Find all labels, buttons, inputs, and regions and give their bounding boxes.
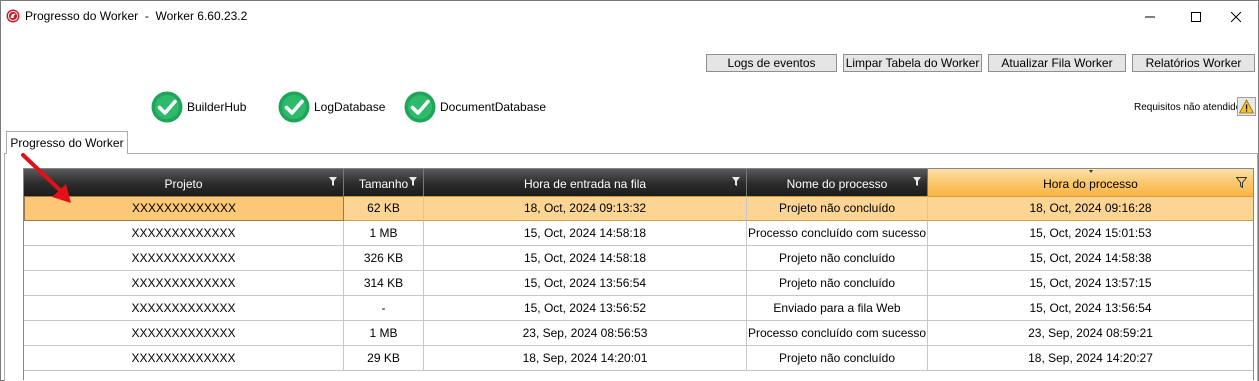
cell-hora-entrada[interactable]: 15, Oct, 2024 14:58:18 [424,246,747,271]
service-status-builderhub: BuilderHub [151,91,246,123]
cell-nome-processo[interactable]: Projeto não concluído [747,271,928,296]
cell-nome-processo[interactable]: Processo concluído com sucesso [747,321,928,346]
table-row[interactable]: XXXXXXXXXXXXX 62 KB 18, Oct, 2024 09:13:… [24,196,1253,221]
cell-projeto[interactable]: XXXXXXXXXXXXX [24,246,344,271]
column-header-label: Hora do processo [1043,177,1138,191]
cell-projeto[interactable]: XXXXXXXXXXXXX [24,196,344,221]
column-header-label: Projeto [164,177,203,191]
worker-reports-button[interactable]: Relatórios Worker [1132,54,1255,72]
filter-icon[interactable] [409,177,417,186]
column-header-nome-processo[interactable]: Nome do processo [747,169,928,196]
cell-tamanho[interactable]: 326 KB [344,246,424,271]
worker-queue-table: Projeto Tamanho Hora de entrada na fila … [23,168,1254,380]
close-icon [1231,12,1241,22]
cell-nome-processo[interactable]: Projeto não concluído [747,246,928,271]
cell-nome-processo[interactable]: Projeto não concluído [747,346,928,371]
table-row[interactable]: XXXXXXXXXXXXX - 15, Oct, 2024 13:56:52 E… [24,296,1253,321]
check-circle-icon [278,91,310,123]
cell-nome-processo[interactable]: Projeto não concluído [747,196,928,221]
cell-hora-processo[interactable]: 15, Oct, 2024 15:01:53 [928,221,1253,246]
title-bar[interactable]: Progresso do Worker - Worker 6.60.23.2 [1,1,1258,33]
cell-tamanho[interactable]: 62 KB [344,196,424,221]
cell-projeto[interactable]: XXXXXXXXXXXXX [24,271,344,296]
cell-hora-entrada[interactable]: 18, Sep, 2024 14:20:01 [424,346,747,371]
column-header-label: Hora de entrada na fila [523,177,647,191]
cell-tamanho[interactable]: 29 KB [344,346,424,371]
worker-progress-window: Progresso do Worker - Worker 6.60.23.2 L… [0,0,1259,381]
cell-projeto[interactable]: XXXXXXXXXXXXX [24,296,344,321]
check-circle-icon [404,91,436,123]
column-header-tamanho[interactable]: Tamanho [344,169,424,196]
check-circle-icon [151,91,183,123]
cell-hora-entrada[interactable]: 23, Sep, 2024 08:56:53 [424,321,747,346]
cell-hora-processo[interactable]: 18, Sep, 2024 14:20:27 [928,346,1253,371]
filter-icon[interactable] [913,177,921,186]
update-worker-queue-button[interactable]: Atualizar Fila Worker [988,54,1126,72]
cell-hora-processo[interactable]: 18, Oct, 2024 09:16:28 [928,196,1253,221]
sort-descending-icon [1088,170,1093,173]
table-header: Projeto Tamanho Hora de entrada na fila … [24,169,1253,196]
table-row[interactable]: XXXXXXXXXXXXX 29 KB 18, Sep, 2024 14:20:… [24,346,1253,371]
cell-projeto[interactable]: XXXXXXXXXXXXX [24,346,344,371]
minimize-button[interactable] [1127,1,1173,33]
table-row[interactable]: XXXXXXXXXXXXX 1 MB 23, Sep, 2024 08:56:5… [24,321,1253,346]
filter-icon[interactable] [732,177,740,186]
cell-tamanho[interactable]: 1 MB [344,221,424,246]
cell-nome-processo[interactable]: Enviado para a fila Web [747,296,928,321]
cell-projeto[interactable]: XXXXXXXXXXXXX [24,321,344,346]
app-logo-icon [6,9,20,23]
column-header-label: Tamanho [358,177,409,191]
cell-hora-entrada[interactable]: 15, Oct, 2024 14:58:18 [424,221,747,246]
column-header-hora-entrada[interactable]: Hora de entrada na fila [424,169,747,196]
requirements-label: Requisitos não atendidos [1134,102,1247,113]
cell-tamanho[interactable]: 314 KB [344,271,424,296]
maximize-icon [1191,12,1201,22]
window-title: Progresso do Worker - Worker 6.60.23.2 [25,9,248,23]
table-row[interactable]: XXXXXXXXXXXXX 314 KB 15, Oct, 2024 13:56… [24,271,1253,296]
event-logs-button[interactable]: Logs de eventos [706,54,837,72]
cell-tamanho[interactable]: - [344,296,424,321]
cell-nome-processo[interactable]: Processo concluído com sucesso [747,221,928,246]
column-header-projeto[interactable]: Projeto [24,169,344,196]
filter-icon[interactable] [1236,177,1247,188]
column-header-label: Nome do processo [786,177,888,191]
table-row[interactable]: XXXXXXXXXXXXX 1 MB 15, Oct, 2024 14:58:1… [24,221,1253,246]
warning-icon [1238,99,1255,114]
service-label: DocumentDatabase [440,100,547,114]
close-button[interactable] [1213,1,1259,33]
cell-hora-processo[interactable]: 15, Oct, 2024 13:57:15 [928,271,1253,296]
column-header-hora-processo[interactable]: Hora do processo [928,169,1253,196]
tab-worker-progress[interactable]: Progresso do Worker [6,131,128,154]
service-label: BuilderHub [187,100,247,114]
cell-tamanho[interactable]: 1 MB [344,321,424,346]
service-status-logdatabase: LogDatabase [278,91,385,123]
cell-hora-processo[interactable]: 23, Sep, 2024 08:59:21 [928,321,1253,346]
service-status-documentdatabase: DocumentDatabase [404,91,546,123]
requirements-warning-button[interactable] [1237,97,1256,116]
minimize-icon [1145,16,1155,18]
cell-hora-entrada[interactable]: 15, Oct, 2024 13:56:54 [424,271,747,296]
table-row[interactable]: XXXXXXXXXXXXX 326 KB 15, Oct, 2024 14:58… [24,246,1253,271]
service-label: LogDatabase [314,100,386,114]
cell-hora-processo[interactable]: 15, Oct, 2024 13:56:54 [928,296,1253,321]
cell-hora-entrada[interactable]: 15, Oct, 2024 13:56:52 [424,296,747,321]
cell-projeto[interactable]: XXXXXXXXXXXXX [24,221,344,246]
cell-hora-processo[interactable]: 15, Oct, 2024 14:58:38 [928,246,1253,271]
clear-worker-table-button[interactable]: Limpar Tabela do Worker [843,54,982,72]
filter-icon[interactable] [329,177,337,186]
cell-hora-entrada[interactable]: 18, Oct, 2024 09:13:32 [424,196,747,221]
